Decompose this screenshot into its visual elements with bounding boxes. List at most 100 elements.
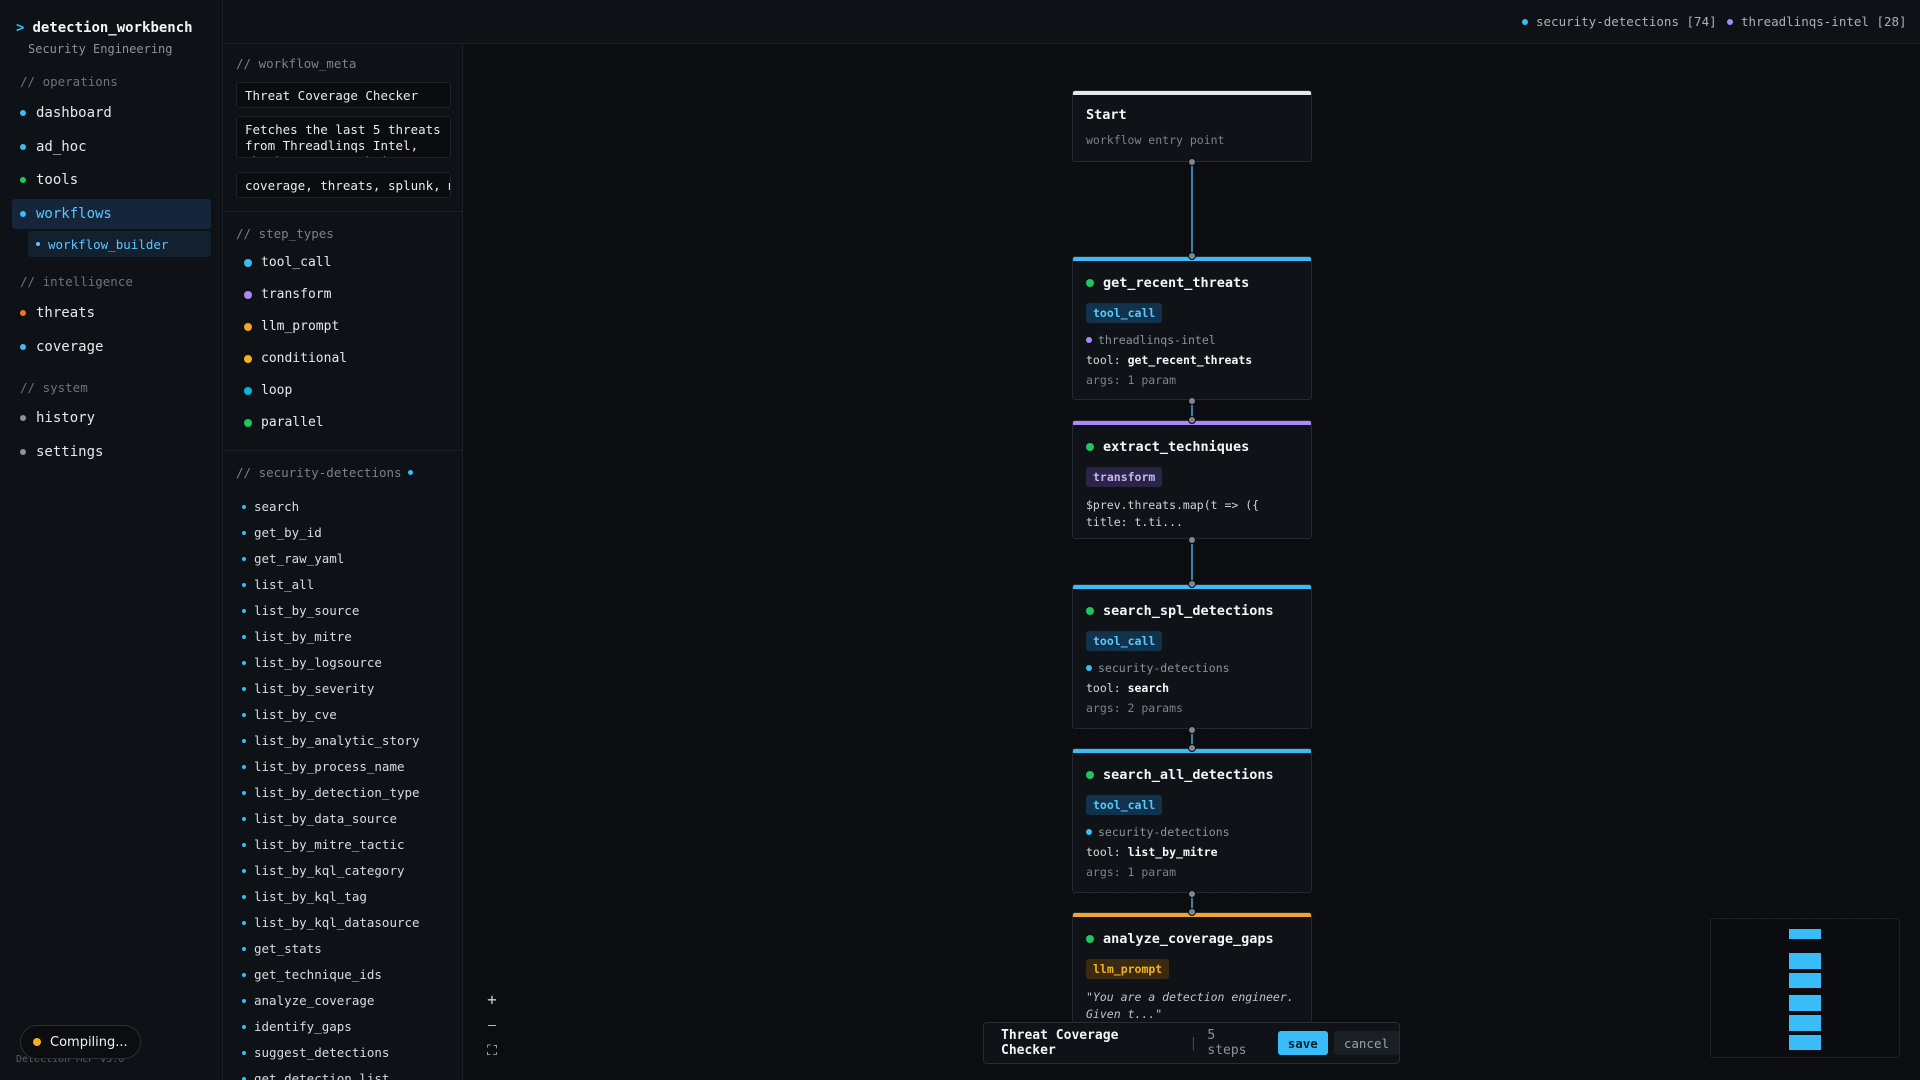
step-type-conditional[interactable]: conditional (244, 351, 347, 366)
divider (224, 211, 462, 212)
workflow-description-input[interactable]: Fetches the last 5 threats from Threadli… (236, 116, 451, 158)
tool-item[interactable]: list_by_kql_datasource (242, 915, 420, 930)
nav-label: settings (36, 444, 104, 460)
tool-item[interactable]: get_raw_yaml (242, 551, 344, 566)
port-in[interactable] (1188, 252, 1196, 260)
node-title-text: Start (1086, 107, 1127, 123)
zoom-in-button[interactable]: + (481, 988, 503, 1010)
step-type-llm-prompt[interactable]: llm_prompt (244, 319, 339, 334)
node-server: security-detections (1086, 661, 1311, 675)
cancel-button[interactable]: cancel (1333, 1031, 1399, 1055)
server-text: security-detections (1098, 825, 1230, 839)
tool-item[interactable]: get_stats (242, 941, 322, 956)
minimap-node (1789, 953, 1821, 969)
legend-label: security-detections [74] (1536, 14, 1717, 29)
tool-item-label: list_by_process_name (254, 759, 405, 774)
node-search-spl-detections[interactable]: search_spl_detections tool_call security… (1072, 584, 1312, 729)
zoom-out-button[interactable]: — (481, 1014, 503, 1036)
tool-item[interactable]: list_by_severity (242, 681, 374, 696)
legend-security-detections: security-detections [74] (1522, 14, 1717, 29)
node-start[interactable]: Start workflow entry point (1072, 90, 1312, 162)
node-extract-techniques[interactable]: extract_techniques transform $prev.threa… (1072, 420, 1312, 539)
step-type-loop[interactable]: loop (244, 383, 292, 398)
port-out[interactable] (1188, 536, 1196, 544)
dot-icon (242, 816, 246, 821)
tool-item[interactable]: analyze_coverage (242, 993, 374, 1008)
tool-item-label: get_detection_list (254, 1071, 390, 1080)
tool-item[interactable]: get_technique_ids (242, 967, 382, 982)
minimap[interactable] (1710, 918, 1900, 1058)
nav-subitem-workflow-builder[interactable]: workflow_builder (28, 231, 211, 257)
nav-item-workflows[interactable]: workflows (12, 199, 211, 229)
nav-item-ad-hoc[interactable]: ad_hoc (12, 132, 211, 162)
tool-item-label: list_by_data_source (254, 811, 397, 826)
port-in[interactable] (1188, 580, 1196, 588)
tool-item[interactable]: identify_gaps (242, 1019, 352, 1034)
nav-item-tools[interactable]: tools (12, 165, 211, 195)
minimap-node (1789, 929, 1821, 939)
step-type-badge: tool_call (1086, 303, 1163, 323)
app-title: > detection_workbench (16, 20, 193, 36)
tool-item[interactable]: list_by_source (242, 603, 359, 618)
nav-label: tools (36, 172, 79, 188)
node-get-recent-threats[interactable]: get_recent_threats tool_call threadlinqs… (1072, 256, 1312, 400)
tool-item-label: list_by_analytic_story (254, 733, 420, 748)
tool-item[interactable]: suggest_detections (242, 1045, 389, 1060)
tool-item[interactable]: get_by_id (242, 525, 322, 540)
node-tool: tool: list_by_mitre (1086, 845, 1311, 859)
tool-item[interactable]: list_by_kql_tag (242, 889, 367, 904)
port-out[interactable] (1188, 397, 1196, 405)
tool-item[interactable]: list_by_data_source (242, 811, 397, 826)
nav-item-threats[interactable]: threats (12, 298, 211, 328)
dot-icon (244, 322, 252, 331)
save-button[interactable]: save (1277, 1031, 1328, 1055)
nav-item-history[interactable]: history (12, 403, 211, 433)
tool-item-label: list_by_kql_category (254, 863, 405, 878)
sidebar: > detection_workbench Security Engineerin… (0, 0, 223, 1080)
port-in[interactable] (1188, 908, 1196, 916)
prompt-icon: > (16, 20, 25, 36)
node-title: Start (1086, 107, 1311, 123)
tool-item[interactable]: list_by_kql_category (242, 863, 405, 878)
fit-view-button[interactable]: ⛶ (481, 1040, 503, 1062)
port-in[interactable] (1188, 744, 1196, 752)
tool-label: tool: (1086, 681, 1121, 695)
app-name: detection_workbench (32, 20, 193, 36)
step-type-parallel[interactable]: parallel (244, 415, 324, 430)
tool-item[interactable]: list_by_mitre (242, 629, 352, 644)
tool-item-label: list_by_source (254, 603, 360, 618)
nav-label: workflow_builder (48, 236, 169, 252)
node-analyze-coverage-gaps[interactable]: analyze_coverage_gaps llm_prompt "You ar… (1072, 912, 1312, 1024)
step-type-tool-call[interactable]: tool_call (244, 255, 331, 270)
tool-item[interactable]: get_detection_list (242, 1071, 389, 1080)
node-title-text: search_spl_detections (1103, 603, 1274, 619)
dot-icon (20, 415, 26, 421)
nav-item-coverage[interactable]: coverage (12, 332, 211, 362)
port-out[interactable] (1188, 890, 1196, 898)
port-out[interactable] (1188, 726, 1196, 734)
tool-item[interactable]: list_all (242, 577, 314, 592)
tool-item[interactable]: list_by_detection_type (242, 785, 420, 800)
dot-icon (244, 418, 252, 427)
dot-icon (36, 242, 40, 246)
minimap-node (1789, 995, 1821, 1011)
tool-item[interactable]: list_by_cve (242, 707, 337, 722)
node-search-all-detections[interactable]: search_all_detections tool_call security… (1072, 748, 1312, 893)
port-in[interactable] (1188, 416, 1196, 424)
compiling-status: Compiling... (20, 1025, 141, 1059)
tool-item[interactable]: list_by_logsource (242, 655, 382, 670)
step-type-transform[interactable]: transform (244, 287, 331, 302)
section-intelligence: // intelligence (20, 274, 133, 289)
tool-item[interactable]: list_by_mitre_tactic (242, 837, 405, 852)
nav-item-settings[interactable]: settings (12, 437, 211, 467)
tool-item[interactable]: search (242, 499, 299, 514)
dot-icon (20, 177, 26, 183)
workflow-tags-input[interactable]: coverage, threats, splunk, mitre (236, 172, 451, 198)
port-out[interactable] (1188, 158, 1196, 166)
workflow-name-input[interactable]: Threat Coverage Checker (236, 82, 451, 108)
tool-item[interactable]: list_by_analytic_story (242, 733, 420, 748)
tool-item[interactable]: list_by_process_name (242, 759, 405, 774)
node-server: security-detections (1086, 825, 1311, 839)
tool-item-label: suggest_detections (254, 1045, 390, 1060)
nav-item-dashboard[interactable]: dashboard (12, 98, 211, 128)
